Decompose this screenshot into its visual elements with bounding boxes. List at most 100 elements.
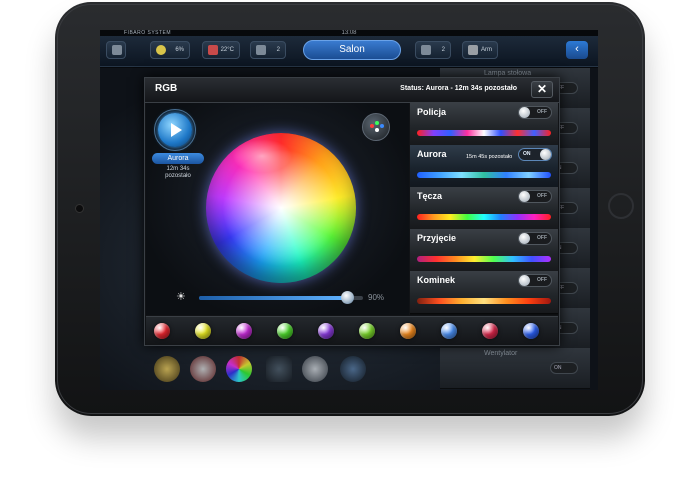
program-toggle[interactable]: OFF xyxy=(518,190,552,203)
remaining-label: pozostało xyxy=(165,173,191,179)
scenes-status-button[interactable]: 2 xyxy=(415,41,451,59)
brightness-slider-handle[interactable] xyxy=(340,291,354,304)
color-swatch[interactable] xyxy=(359,323,375,339)
toggle-switch[interactable]: ON xyxy=(550,362,578,374)
rgb-dialog: RGB Status: Aurora - 12m 34s pozostało ✕… xyxy=(144,77,560,346)
rgb-icon[interactable] xyxy=(226,356,252,382)
lightbulb-icon xyxy=(156,45,166,55)
play-icon xyxy=(171,123,182,137)
alarm-value: Arm xyxy=(481,47,492,53)
program-name: Tęcza xyxy=(417,191,443,201)
program-remaining: 15m 45s pozostało xyxy=(466,154,513,160)
thermometer-icon xyxy=(208,45,218,55)
toggle-knob xyxy=(540,149,551,160)
lights-status-button[interactable]: 6% xyxy=(150,41,190,59)
program-item[interactable]: Przyjęcie OFF xyxy=(410,229,558,272)
program-name: Policja xyxy=(417,107,447,117)
home-button[interactable] xyxy=(608,193,634,219)
bottom-device-bar xyxy=(150,352,390,386)
toggle-state: OFF xyxy=(537,193,547,199)
color-swatch[interactable] xyxy=(523,323,539,339)
temperature-value: 22°C xyxy=(220,47,234,53)
toggle-knob xyxy=(519,233,530,244)
palette-dot-icon xyxy=(375,121,379,125)
color-swatch[interactable] xyxy=(318,323,334,339)
program-name: Kominek xyxy=(417,275,456,285)
program-name: Aurora xyxy=(417,149,447,159)
program-item[interactable]: Tęcza OFF xyxy=(410,187,558,230)
lights-value: 6% xyxy=(175,47,184,53)
color-swatch[interactable] xyxy=(482,323,498,339)
brightness-value: 90% xyxy=(368,293,385,302)
close-button[interactable]: ✕ xyxy=(531,81,553,98)
program-item[interactable]: Aurora 15m 45s pozostało ON xyxy=(410,145,558,188)
program-list: Policja OFF Aurora 15m 45s pozostało ON Tęcza… xyxy=(410,103,558,315)
palette-dot-icon xyxy=(380,124,384,128)
list-item-label: Lampa stołowa xyxy=(484,70,532,77)
color-wheel-gloss xyxy=(232,139,292,173)
brightness-slider-fill xyxy=(199,296,347,300)
current-program-remaining: 12m 34s pozostało xyxy=(150,166,206,180)
top-bar: 6% 22°C 2 Salon 2 Arm ‹ xyxy=(100,36,598,67)
palette-dot-icon xyxy=(370,124,374,128)
toggle-state: ON xyxy=(523,151,531,157)
room-selector[interactable]: Salon xyxy=(303,40,401,60)
program-color-preview xyxy=(417,214,551,220)
toggle-knob xyxy=(519,107,530,118)
toggle-state: OFF xyxy=(537,277,547,283)
program-item[interactable]: Kominek OFF xyxy=(410,271,558,314)
program-name: Przyjęcie xyxy=(417,233,457,243)
program-toggle[interactable]: OFF xyxy=(518,232,552,245)
color-swatch[interactable] xyxy=(441,323,457,339)
scenes-value: 2 xyxy=(441,47,445,53)
toggle-state: OFF xyxy=(537,109,547,115)
color-swatch-bar xyxy=(146,316,558,345)
current-program-name: Aurora xyxy=(152,153,204,164)
color-control-area: Aurora 12m 34s pozostało ☀ 90% xyxy=(146,103,409,315)
program-color-preview xyxy=(417,298,551,304)
program-color-preview xyxy=(417,256,551,262)
toggle-knob xyxy=(519,275,530,286)
chevron-left-icon: ‹ xyxy=(575,43,579,55)
speaker-icon[interactable] xyxy=(266,356,292,382)
alarm-icon xyxy=(468,45,478,55)
screen: FIBARO SYSTEM 13:08 6% 22°C 2 Salon 2 Ar… xyxy=(100,30,598,390)
program-item[interactable]: Policja OFF xyxy=(410,103,558,146)
brightness-icon: ☀ xyxy=(176,291,186,303)
program-toggle[interactable]: OFF xyxy=(518,274,552,287)
dialog-status: Status: Aurora - 12m 34s pozostało xyxy=(400,85,517,92)
temperature-status-button[interactable]: 22°C xyxy=(202,41,240,59)
device-count-icon xyxy=(256,45,266,55)
list-item-label: Wentylator xyxy=(484,350,518,357)
toggle-knob xyxy=(519,191,530,202)
dialog-header: RGB Status: Aurora - 12m 34s pozostało ✕ xyxy=(145,78,559,103)
program-color-preview xyxy=(417,130,551,136)
program-toggle[interactable]: OFF xyxy=(518,106,552,119)
alarm-warning-icon[interactable] xyxy=(190,356,216,382)
palette-button[interactable] xyxy=(362,113,390,141)
program-color-preview xyxy=(417,172,551,178)
dialog-title: RGB xyxy=(155,83,178,94)
scene-icon xyxy=(421,45,431,55)
camera-icon xyxy=(75,204,84,213)
camera-dome-icon[interactable] xyxy=(302,356,328,382)
home-nav-button[interactable] xyxy=(106,41,126,59)
color-swatch[interactable] xyxy=(236,323,252,339)
lightbulb-icon[interactable] xyxy=(154,356,180,382)
color-swatch[interactable] xyxy=(195,323,211,339)
toggle-state: OFF xyxy=(537,235,547,241)
devices-value: 2 xyxy=(276,47,280,53)
palette-dot-icon xyxy=(375,128,379,132)
program-toggle[interactable]: ON xyxy=(518,148,552,161)
alarm-button[interactable]: Arm xyxy=(462,41,498,59)
house-icon xyxy=(112,45,122,55)
color-swatch[interactable] xyxy=(277,323,293,339)
brightness-slider[interactable] xyxy=(199,291,363,304)
color-swatch[interactable] xyxy=(400,323,416,339)
color-swatch[interactable] xyxy=(154,323,170,339)
user-icon[interactable] xyxy=(340,356,366,382)
list-item[interactable]: Wentylator ON xyxy=(440,348,590,389)
back-button[interactable]: ‹ xyxy=(566,41,588,59)
devices-status-button[interactable]: 2 xyxy=(250,41,286,59)
play-button[interactable] xyxy=(158,113,192,147)
